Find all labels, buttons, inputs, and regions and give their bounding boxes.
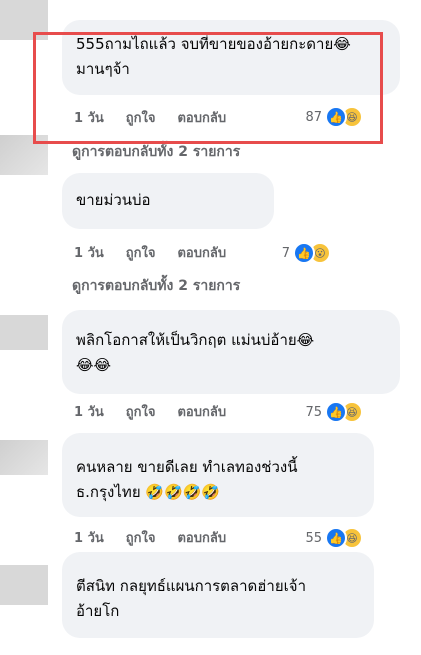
timestamp[interactable]: 1 วัน: [74, 401, 104, 422]
comment-bubble: ตีสนิท กลยุทธ์แผนการตลาดฮ่ายเจ้า อ้ายโก: [62, 552, 374, 638]
reaction-summary[interactable]: 7 👍 😮: [282, 242, 331, 264]
comment-bubble: ขายม่วนบ่อ: [62, 173, 274, 229]
reaction-summary[interactable]: 75 👍 😆: [305, 401, 363, 423]
reaction-count: 55: [305, 530, 322, 546]
comment-text: คนหลาย ขายดีเลย ทำเลทองช่วงนี้ ธ.กรุงไทย…: [76, 458, 298, 501]
like-button[interactable]: ถูกใจ: [126, 242, 156, 263]
comment-text: พลิกโอกาสให้เป็นวิกฤต แม่นบ่อ้าย😂 😂😂: [76, 331, 315, 374]
comment-text: ตีสนิท กลยุทธ์แผนการตลาดฮ่ายเจ้า อ้ายโก: [76, 577, 306, 620]
avatar[interactable]: [0, 565, 48, 605]
like-button[interactable]: ถูกใจ: [126, 401, 156, 422]
reaction-count: 75: [305, 404, 322, 420]
comment-bubble: พลิกโอกาสให้เป็นวิกฤต แม่นบ่อ้าย😂 😂😂: [62, 310, 400, 394]
comment-actions: 1 วัน ถูกใจ ตอบกลับ: [74, 242, 248, 262]
highlight-box: [33, 32, 383, 144]
comment-bubble: คนหลาย ขายดีเลย ทำเลทองช่วงนี้ ธ.กรุงไทย…: [62, 433, 374, 517]
comment-actions: 1 วัน ถูกใจ ตอบกลับ: [74, 401, 248, 421]
avatar[interactable]: [0, 315, 48, 350]
timestamp[interactable]: 1 วัน: [74, 527, 104, 548]
avatar[interactable]: [0, 440, 48, 475]
view-replies-link[interactable]: ดูการตอบกลับทั้ง 2 รายการ: [72, 275, 240, 297]
like-icon: 👍: [293, 242, 315, 264]
view-replies-link[interactable]: ดูการตอบกลับทั้ง 2 รายการ: [72, 141, 240, 163]
reply-button[interactable]: ตอบกลับ: [177, 527, 226, 548]
reaction-count: 7: [281, 245, 290, 261]
comment-actions: 1 วัน ถูกใจ ตอบกลับ: [74, 527, 248, 547]
like-button[interactable]: ถูกใจ: [126, 527, 156, 548]
reply-button[interactable]: ตอบกลับ: [177, 401, 226, 422]
timestamp[interactable]: 1 วัน: [74, 242, 104, 263]
comment-text: ขายม่วนบ่อ: [76, 191, 151, 209]
like-icon: 👍: [325, 527, 347, 549]
reply-button[interactable]: ตอบกลับ: [177, 242, 226, 263]
like-icon: 👍: [325, 106, 347, 128]
like-icon: 👍: [325, 401, 347, 423]
reaction-summary[interactable]: 55 👍 😆: [305, 527, 363, 549]
